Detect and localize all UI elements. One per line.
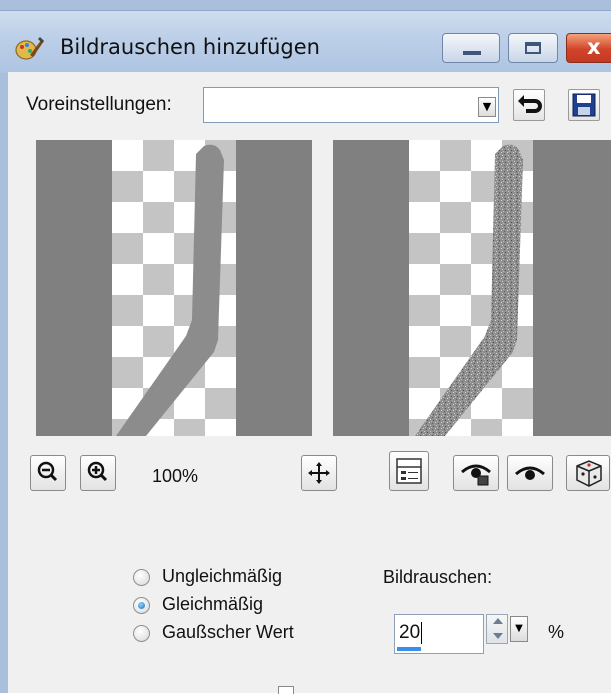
minimize-icon <box>463 51 481 55</box>
zoom-out-icon <box>37 461 58 482</box>
zoom-out-button[interactable] <box>30 455 66 491</box>
radio-gaussian[interactable] <box>133 625 150 642</box>
auto-proof-button[interactable] <box>453 455 499 491</box>
zoom-in-icon <box>87 461 108 482</box>
eye-lock-icon <box>461 464 491 486</box>
spin-up-icon[interactable] <box>493 618 503 624</box>
eye-icon <box>515 466 545 480</box>
presets-dropdown[interactable]: ▼ <box>203 87 499 123</box>
original-shape <box>116 144 224 436</box>
radio-row-even[interactable]: Gleichmäßig <box>133 594 333 618</box>
noise-amount-value[interactable]: 20 <box>399 622 423 644</box>
randomize-button[interactable] <box>566 455 610 491</box>
spin-down-icon[interactable] <box>493 633 503 639</box>
zoom-in-button[interactable] <box>80 455 116 491</box>
close-button[interactable]: x <box>566 33 611 63</box>
radio-row-gaussian[interactable]: Gaußscher Wert <box>133 622 333 646</box>
close-icon: x <box>587 35 601 59</box>
chevron-down-icon[interactable]: ▼ <box>478 97 496 117</box>
maximize-icon <box>525 42 541 54</box>
reset-button[interactable] <box>513 89 545 121</box>
proof-icon <box>396 458 422 484</box>
noise-amount-label: Bildrauschen: <box>383 567 493 587</box>
radio-row-uneven[interactable]: Ungleichmäßig <box>133 566 333 590</box>
save-icon <box>572 93 596 117</box>
minimize-button[interactable] <box>442 33 500 63</box>
noise-amount-field[interactable]: 20 <box>394 614 484 654</box>
preview-on-image-button[interactable] <box>507 455 553 491</box>
radio-uneven[interactable] <box>133 569 150 586</box>
paint-brush-icon <box>14 33 44 63</box>
result-preview[interactable] <box>333 140 611 436</box>
window-title: Bildrauschen hinzufügen <box>60 35 320 59</box>
noisy-shape <box>415 144 523 436</box>
radio-even[interactable] <box>133 597 150 614</box>
maximize-button[interactable] <box>508 33 558 63</box>
noise-amount-progress <box>397 647 421 651</box>
radio-label-even: Gleichmäßig <box>162 594 264 614</box>
move-icon <box>308 462 330 484</box>
zoom-level: 100% <box>152 466 199 486</box>
noise-amount-unit: % <box>548 622 565 642</box>
title-bar[interactable]: Bildrauschen hinzufügen x <box>0 10 611 73</box>
proof-button[interactable] <box>389 451 429 491</box>
reset-icon <box>518 95 542 113</box>
dice-icon <box>576 460 602 487</box>
radio-label-gaussian: Gaußscher Wert <box>162 622 294 642</box>
radio-label-uneven: Ungleichmäßig <box>162 566 283 586</box>
presets-label: Voreinstellungen: <box>26 94 172 115</box>
original-preview[interactable] <box>36 140 312 436</box>
save-preset-button[interactable] <box>568 89 600 121</box>
dialog-window: Bildrauschen hinzufügen x Voreinstellung… <box>0 0 611 694</box>
noise-amount-spinner[interactable] <box>486 614 508 644</box>
pan-button[interactable] <box>301 455 337 491</box>
noise-amount-dropdown[interactable]: ▼ <box>510 616 528 642</box>
